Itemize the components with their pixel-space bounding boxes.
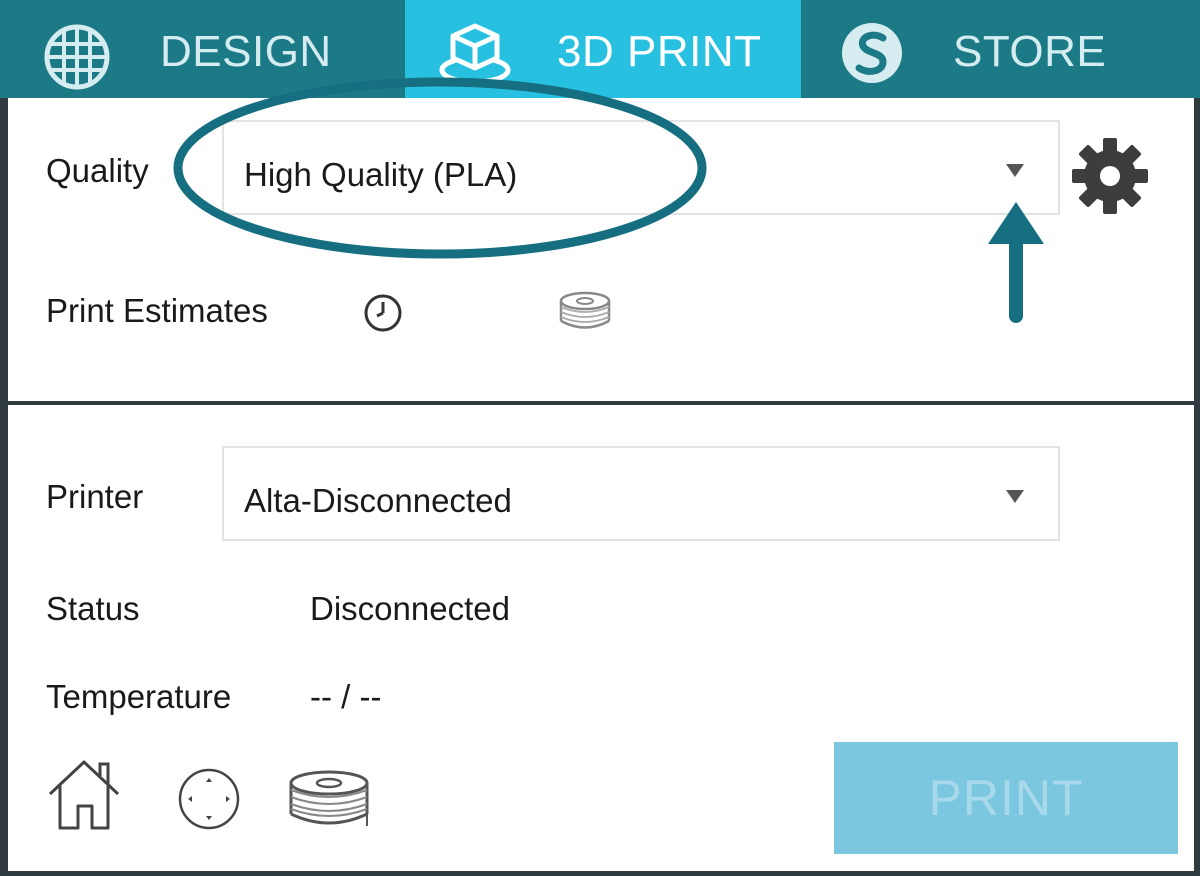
- tab-store-label: STORE: [953, 27, 1107, 76]
- globe-icon: [42, 22, 112, 103]
- tab-design-label: DESIGN: [160, 27, 332, 76]
- tab-bar: DESIGN 3D PRINT STORE: [0, 0, 1200, 98]
- temperature-value: -- / --: [310, 678, 382, 715]
- filament-spool-icon: [556, 290, 614, 339]
- filament-spool-icon[interactable]: [286, 768, 372, 837]
- quality-value: High Quality (PLA): [244, 156, 518, 193]
- printer-dropdown[interactable]: Alta-Disconnected: [222, 446, 1060, 541]
- print-button[interactable]: PRINT: [834, 742, 1178, 854]
- silhouette-s-icon: [839, 20, 905, 97]
- chevron-down-icon: [1004, 488, 1026, 509]
- quality-dropdown[interactable]: High Quality (PLA): [222, 120, 1060, 215]
- print-estimates-label: Print Estimates: [46, 292, 268, 329]
- tab-design[interactable]: DESIGN: [0, 0, 405, 98]
- clock-icon: [362, 292, 404, 339]
- tab-store[interactable]: STORE: [801, 0, 1200, 98]
- tab-3d-print[interactable]: 3D PRINT: [405, 0, 801, 98]
- gear-icon[interactable]: [1070, 136, 1150, 221]
- tab-3d-print-label: 3D PRINT: [557, 27, 762, 76]
- home-icon[interactable]: [44, 754, 124, 839]
- printer-value: Alta-Disconnected: [244, 482, 512, 519]
- status-label: Status: [46, 590, 140, 627]
- temperature-label: Temperature: [46, 678, 232, 715]
- cube-icon: [437, 20, 513, 97]
- printer-label: Printer: [46, 478, 144, 515]
- section-divider: [8, 401, 1194, 405]
- status-value: Disconnected: [310, 590, 510, 627]
- chevron-down-icon: [1004, 162, 1026, 183]
- quality-label: Quality: [46, 152, 149, 189]
- move-arrows-icon[interactable]: [176, 766, 242, 837]
